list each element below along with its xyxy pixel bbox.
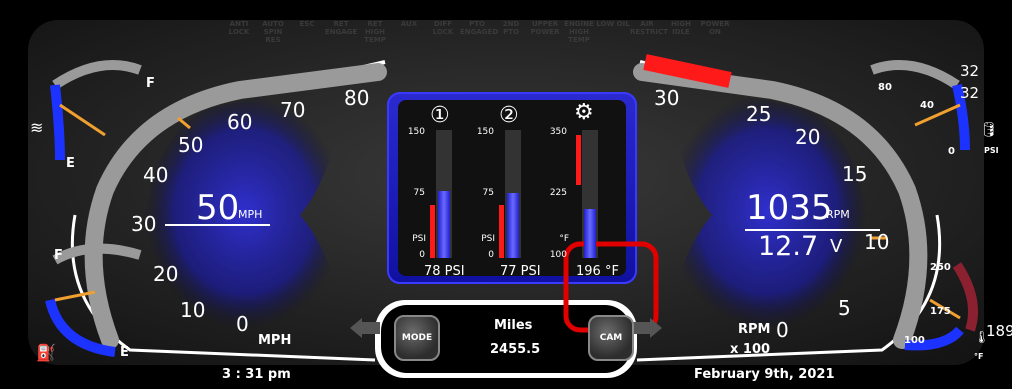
warning-ret-high-temp: RET HIGH TEMP bbox=[364, 20, 386, 44]
speed-unit-label: MPH bbox=[258, 333, 292, 348]
rpm-unit-label: RPM bbox=[738, 322, 771, 337]
tach-tick-10: 10 bbox=[864, 230, 890, 254]
oil-scale-40: 40 bbox=[920, 100, 934, 111]
rpm-multiplier: x 100 bbox=[730, 342, 771, 357]
tank-1-icon: ① bbox=[430, 103, 450, 128]
oil-scale-80: 80 bbox=[878, 82, 892, 93]
coolant-temp-value: 189 bbox=[986, 322, 1012, 340]
tank-2-unit: PSI bbox=[481, 234, 495, 244]
oil-can-icon: 🛢 bbox=[980, 122, 998, 138]
warning-air-restrict: AIR RESTRICT bbox=[630, 20, 668, 36]
oil-pressure-value-top: 32 bbox=[960, 62, 980, 80]
next-arrow-icon[interactable] bbox=[633, 316, 679, 340]
warning-power-on: POWER ON bbox=[700, 20, 730, 36]
tank-1-unit: PSI bbox=[412, 234, 426, 244]
bar-fill-tank-2 bbox=[507, 193, 519, 258]
cam-button[interactable]: CAM bbox=[588, 315, 634, 361]
rpm-unit: RPM bbox=[826, 208, 850, 221]
oil-unit: PSI bbox=[984, 146, 999, 155]
temp-unit: °F bbox=[559, 234, 569, 244]
warning-aux: AUX bbox=[400, 20, 418, 28]
speed-tick-60: 60 bbox=[227, 110, 253, 134]
coolant-scale-250: 250 bbox=[930, 262, 951, 273]
odometer-value: 2455.5 bbox=[490, 342, 541, 357]
coolant-unit: °F bbox=[974, 352, 984, 361]
rpm-value: 1035 bbox=[746, 188, 833, 228]
warning-esc: ESC bbox=[299, 20, 315, 28]
bar-fill-temp bbox=[584, 209, 596, 258]
fuel-full-label: F bbox=[146, 76, 155, 91]
speed-unit: MPH bbox=[238, 208, 263, 221]
tach-tick-30: 30 bbox=[654, 86, 680, 110]
gear-thermometer-icon: ⚙ bbox=[574, 100, 594, 125]
tank-1-scale-150: 150 bbox=[407, 127, 425, 137]
warning-low-oil: LOW OIL bbox=[596, 20, 630, 28]
speed-tick-50: 50 bbox=[178, 133, 204, 157]
tach-tick-0: 0 bbox=[776, 318, 789, 342]
tach-tick-15: 15 bbox=[842, 162, 868, 186]
speed-tick-30: 30 bbox=[131, 212, 157, 236]
warning-upper-power: UPPER POWER bbox=[530, 20, 560, 36]
tank-2-scale-150: 150 bbox=[476, 127, 494, 137]
speed-tick-40: 40 bbox=[143, 163, 169, 187]
calendar-date: February 9th, 2021 bbox=[694, 367, 835, 382]
def-full-label: F bbox=[54, 248, 63, 263]
tach-tick-25: 25 bbox=[746, 102, 772, 126]
tank-2-scale-0: 0 bbox=[488, 250, 494, 260]
def-empty-label: E bbox=[120, 345, 129, 360]
temp-scale-100: 100 bbox=[549, 250, 567, 260]
clock-time: 3 : 31 pm bbox=[222, 367, 291, 382]
fuel-pump-icon: ⛽ bbox=[36, 343, 56, 362]
warning-2nd-pto: 2ND PTO bbox=[502, 20, 520, 36]
speed-tick-0: 0 bbox=[236, 312, 249, 336]
warning-ret-engage: RET ENGAGE bbox=[324, 20, 358, 36]
warning-diff-lock: DIFF LOCK bbox=[432, 20, 454, 36]
bar-fill-tank-1 bbox=[438, 191, 450, 258]
coolant-level-icon: ≋ bbox=[30, 118, 44, 137]
tank-1-scale-0: 0 bbox=[419, 250, 425, 260]
speed-tick-80: 80 bbox=[344, 86, 370, 110]
temp-scale-350: 350 bbox=[549, 127, 567, 137]
tank-1-scale-75: 75 bbox=[413, 188, 425, 198]
speed-tick-10: 10 bbox=[180, 298, 206, 322]
tank-2-icon: ② bbox=[499, 103, 519, 128]
oil-pressure-value: 32 bbox=[960, 84, 980, 102]
fuel-empty-label: E bbox=[66, 156, 75, 171]
coolant-scale-175: 175 bbox=[930, 306, 951, 317]
warning-engine-high-temp: ENGINE HIGH TEMP bbox=[564, 20, 594, 44]
tach-tick-20: 20 bbox=[795, 125, 821, 149]
temp-scale-225: 225 bbox=[549, 188, 567, 198]
tank-1-readout: 78 PSI bbox=[424, 264, 465, 279]
tach-tick-5: 5 bbox=[838, 296, 851, 320]
speed-tick-70: 70 bbox=[280, 98, 306, 122]
volts-value: 12.7 bbox=[758, 231, 819, 262]
speed-tick-20: 20 bbox=[153, 262, 179, 286]
coolant-scale-100: 100 bbox=[904, 335, 925, 346]
oil-scale-0: 0 bbox=[948, 146, 955, 157]
warning-anti-lock: ANTI LOCK bbox=[228, 20, 250, 36]
speed-value: 50 bbox=[196, 188, 240, 228]
warning-high-idle: HIGH IDLE bbox=[670, 20, 692, 36]
thermometer-icon: 🌡 bbox=[974, 330, 990, 344]
temp-readout: 196 °F bbox=[576, 264, 619, 279]
tank-2-readout: 77 PSI bbox=[500, 264, 541, 279]
odometer-label: Miles bbox=[494, 318, 533, 333]
warning-pto-engaged: PTO ENGAGED bbox=[460, 20, 499, 36]
volts-unit: V bbox=[830, 236, 843, 257]
tank-2-scale-75: 75 bbox=[482, 188, 494, 198]
prev-arrow-icon[interactable] bbox=[333, 316, 379, 340]
mode-button[interactable]: MODE bbox=[394, 315, 440, 361]
warning-auto-spin: AUTO SPIN RES bbox=[262, 20, 284, 44]
